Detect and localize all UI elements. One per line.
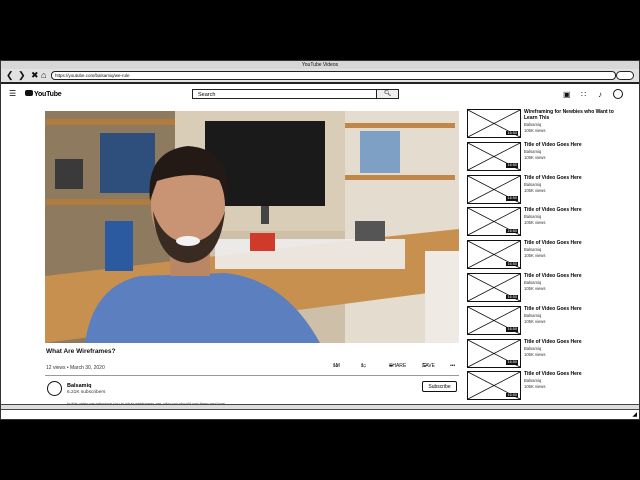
related-views: 105K views — [524, 128, 546, 133]
menu-icon[interactable]: ☰ — [9, 90, 16, 98]
video-player[interactable] — [45, 111, 459, 343]
duration-badge: 16:50 — [506, 261, 518, 267]
related-views: 105K views — [524, 154, 546, 160]
dislike-count: 1 — [361, 363, 364, 369]
related-title[interactable]: Title of Video Goes Here — [524, 240, 619, 246]
related-thumbnail[interactable]: 16:50 — [467, 305, 521, 335]
related-views: 105K views — [524, 187, 546, 193]
divider — [45, 375, 459, 376]
related-title[interactable]: Title of Video Goes Here — [524, 371, 619, 377]
related-views: 105K views — [524, 318, 546, 324]
related-title[interactable]: Title of Video Goes Here — [524, 142, 619, 148]
address-bar: ❮ ❯ ✖ ⌂ https://youtube.com/balsamiq/we-… — [1, 69, 639, 84]
youtube-header: ☰ YouTube Search 🔍︎ ▣ ∷ ♪ — [1, 84, 639, 106]
search-input[interactable]: Search — [192, 89, 377, 99]
duration-badge: 16:50 — [506, 327, 518, 332]
related-channel[interactable]: Balsamiq — [524, 182, 541, 187]
user-avatar-icon[interactable] — [613, 89, 623, 99]
related-title[interactable]: Title of Video Goes Here — [524, 306, 619, 312]
related-thumbnail[interactable]: 16:50 — [467, 207, 521, 237]
related-views: 105K views — [524, 351, 546, 357]
related-views: 105K views — [524, 220, 546, 226]
subscribe-button[interactable]: Subscribe — [422, 381, 457, 392]
channel-name[interactable]: Balsamiq — [67, 383, 91, 389]
logo-text: YouTube — [34, 91, 62, 98]
save-label: SAVE — [422, 363, 435, 369]
duration-badge: 16:50 — [506, 163, 518, 168]
duration-badge: 16:50 — [506, 196, 518, 201]
video-title: What Are Wireframes? — [46, 348, 116, 355]
more-button[interactable]: ••• — [450, 363, 455, 369]
search-icon: 🔍︎ — [383, 91, 392, 97]
like-count: 1M — [333, 363, 340, 369]
forward-icon[interactable]: ❯ — [18, 70, 26, 81]
related-channel[interactable]: Balsamiq — [524, 247, 541, 252]
cloud-icon — [616, 71, 634, 80]
related-views: 105K views — [524, 286, 546, 291]
related-channel[interactable]: Balsamiq — [524, 346, 541, 351]
share-label: SHARE — [389, 363, 407, 369]
related-title[interactable]: Title of Video Goes Here — [524, 207, 619, 213]
url-field[interactable]: https://youtube.com/balsamiq/we-rule — [51, 71, 616, 80]
duration-badge: 16:50 — [506, 360, 518, 365]
duration-badge: 16:50 — [506, 294, 518, 299]
home-icon[interactable]: ⌂ — [41, 70, 46, 81]
related-channel[interactable]: Balsamiq — [524, 378, 541, 383]
related-channel[interactable]: Balsamiq — [524, 280, 541, 285]
related-thumbnail[interactable]: 16:50 — [467, 371, 521, 401]
related-channel[interactable]: Balsamiq — [524, 214, 541, 219]
related-views: 105K views — [524, 253, 546, 259]
related-channel[interactable]: Balsamiq — [524, 122, 541, 127]
related-thumbnail[interactable]: 16:50 — [467, 338, 521, 368]
channel-subscribers: 6.21K subscribers — [67, 390, 106, 395]
related-title[interactable]: Title of Video Goes Here — [524, 339, 619, 345]
related-channel[interactable]: Balsamiq — [524, 313, 541, 318]
related-thumbnail[interactable]: 16:50 — [467, 273, 521, 302]
browser-window: YouTube Videos ❮ ❯ ✖ ⌂ https://youtube.c… — [0, 60, 640, 420]
related-title[interactable]: Title of Video Goes Here — [524, 175, 619, 181]
related-channel[interactable]: Balsamiq — [524, 149, 541, 154]
channel-avatar[interactable] — [47, 381, 62, 396]
play-logo-icon — [25, 90, 33, 97]
related-thumbnail[interactable]: 16:50 — [467, 109, 521, 138]
related-title[interactable]: Title of Video Goes Here — [524, 273, 619, 279]
related-thumbnail[interactable]: 16:50 — [467, 174, 521, 204]
related-views: 105K views — [524, 384, 546, 390]
bell-icon[interactable]: ♪ — [598, 90, 602, 99]
grid-icon[interactable]: ∷ — [581, 90, 586, 99]
close-icon[interactable]: ✖ — [31, 70, 39, 81]
back-icon[interactable]: ❮ — [6, 70, 14, 81]
horizontal-scrollbar[interactable] — [1, 404, 639, 410]
related-title[interactable]: Wireframing for Newbies who Want to Lear… — [524, 109, 619, 121]
youtube-logo[interactable]: YouTube — [25, 90, 62, 99]
video-frame-image — [45, 111, 459, 343]
resize-handle-icon[interactable]: ◢ — [632, 412, 637, 418]
video-meta: 12 views • March 30, 2020 — [46, 365, 105, 371]
duration-badge: 16:50 — [506, 392, 518, 398]
duration-badge: 16:50 — [506, 228, 518, 234]
related-thumbnail[interactable]: 16:50 — [467, 141, 521, 171]
search-button[interactable]: 🔍︎ — [377, 89, 399, 99]
related-thumbnail[interactable]: 16:50 — [467, 240, 521, 270]
duration-badge: 16:50 — [506, 130, 518, 135]
video-camera-icon[interactable]: ▣ — [563, 90, 571, 99]
